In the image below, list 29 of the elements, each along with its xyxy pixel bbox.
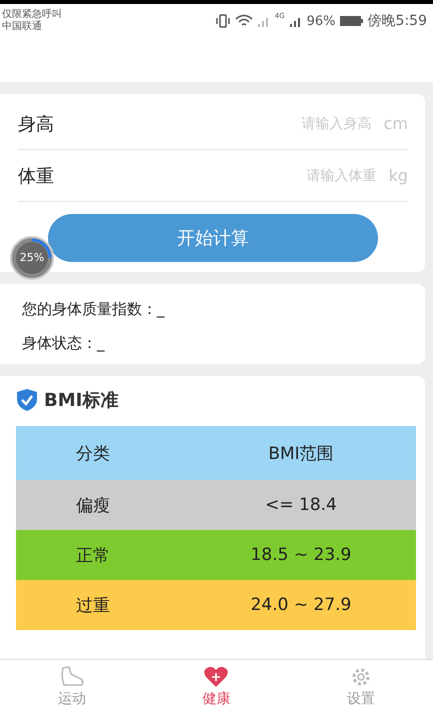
table-cell-text: 过重 (75, 594, 111, 616)
tab-item[interactable]: 运动 (0, 660, 144, 710)
shoe-icon (59, 665, 86, 689)
progress-percent: 25% (20, 252, 44, 264)
field-label: 体重 (18, 164, 55, 188)
vibrate-icon (214, 14, 231, 28)
result-text: 您的身体质量指数：_ (22, 299, 166, 320)
calculate-button[interactable]: 开始计算 (48, 214, 378, 262)
column-header: BMI范围 (267, 442, 335, 464)
wifi-icon (234, 14, 253, 28)
result-text: 身体状态：_ (22, 333, 106, 354)
table-cell-text: 偏瘦 (75, 494, 111, 516)
tab-item[interactable]: 健康 (144, 660, 289, 710)
table-cell-text: <= 18.4 (264, 495, 338, 515)
carrier-text: 中国联通 (2, 21, 43, 33)
field-label: 身高 (18, 112, 55, 136)
table-cell-text: 正常 (75, 544, 111, 566)
section-title: BMI标准 (44, 389, 118, 412)
battery-icon (340, 15, 364, 27)
table-cell-text: 18.5 ~ 23.9 (250, 545, 352, 565)
clock-time: 傍晚5:59 (368, 12, 427, 30)
progress-ring[interactable] (10, 236, 54, 280)
heart-plus-icon (203, 665, 230, 689)
carrier-text: 仅限紧急呼叫 (2, 9, 62, 20)
table-cell-text: 24.0 ~ 27.9 (250, 595, 352, 615)
battery-percent: 96% (306, 14, 336, 28)
tab-item[interactable]: 设置 (288, 660, 433, 710)
column-header: 分类 (75, 442, 111, 464)
shield-check-icon (16, 388, 38, 412)
